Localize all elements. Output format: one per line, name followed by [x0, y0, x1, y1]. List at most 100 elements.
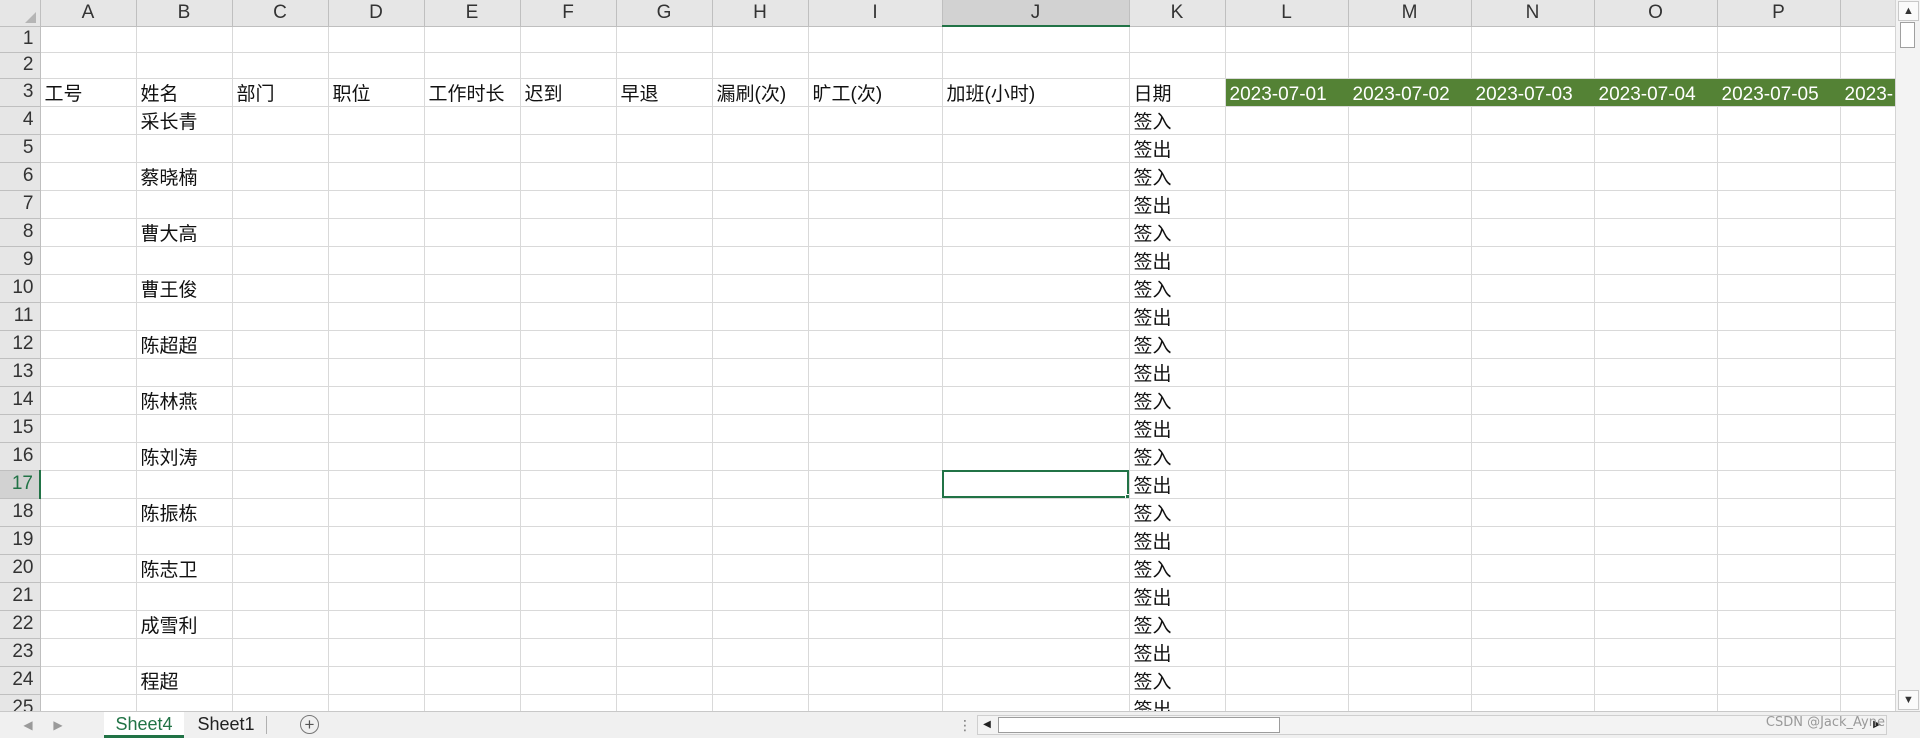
cell[interactable]: 签入 — [1129, 666, 1226, 695]
cell[interactable]: 陈超超 — [136, 330, 233, 359]
cell[interactable] — [1717, 190, 1841, 219]
row-header[interactable]: 5 — [0, 134, 41, 163]
cell[interactable] — [712, 246, 809, 275]
cell[interactable] — [616, 582, 713, 611]
cell[interactable] — [942, 414, 1130, 443]
cell[interactable]: 签入 — [1129, 386, 1226, 415]
cell[interactable] — [136, 190, 233, 219]
cell[interactable] — [1348, 52, 1472, 79]
cell[interactable] — [942, 386, 1130, 415]
column-header[interactable]: F — [520, 0, 617, 27]
cell[interactable] — [520, 162, 617, 191]
cell[interactable] — [328, 162, 425, 191]
cell[interactable] — [1225, 610, 1349, 639]
cell[interactable] — [1225, 526, 1349, 555]
cell[interactable] — [1717, 274, 1841, 303]
cell[interactable]: 签出 — [1129, 526, 1226, 555]
cell[interactable] — [40, 582, 137, 611]
cell[interactable] — [1348, 330, 1472, 359]
cell[interactable] — [232, 638, 329, 667]
cell[interactable] — [40, 442, 137, 471]
cell[interactable] — [712, 330, 809, 359]
cell[interactable] — [1348, 190, 1472, 219]
plus-circle-icon[interactable]: + — [300, 715, 319, 734]
cell[interactable] — [1471, 582, 1595, 611]
cell[interactable] — [1840, 246, 1901, 275]
cell[interactable] — [136, 358, 233, 387]
cell[interactable] — [1225, 162, 1349, 191]
cell[interactable] — [40, 162, 137, 191]
cell[interactable] — [1594, 386, 1718, 415]
cell[interactable] — [712, 26, 809, 53]
cell[interactable] — [520, 330, 617, 359]
cell[interactable] — [232, 554, 329, 583]
cell[interactable]: 签出 — [1129, 470, 1226, 499]
row-header[interactable]: 10 — [0, 274, 41, 303]
cell[interactable] — [1471, 26, 1595, 53]
cell[interactable] — [712, 470, 809, 499]
cell[interactable] — [136, 470, 233, 499]
cell[interactable]: 陈刘涛 — [136, 442, 233, 471]
cell[interactable] — [1840, 274, 1901, 303]
cell[interactable] — [1348, 246, 1472, 275]
cell[interactable] — [40, 134, 137, 163]
cell[interactable]: 签入 — [1129, 442, 1226, 471]
cell[interactable]: 签出 — [1129, 302, 1226, 331]
cell[interactable] — [1471, 470, 1595, 499]
cell[interactable] — [1594, 442, 1718, 471]
cell[interactable] — [232, 470, 329, 499]
cell[interactable] — [40, 358, 137, 387]
cell[interactable]: 早退 — [616, 78, 713, 107]
cell[interactable] — [328, 330, 425, 359]
cell[interactable] — [232, 26, 329, 53]
cell[interactable] — [616, 638, 713, 667]
cell[interactable]: 程超 — [136, 666, 233, 695]
cell[interactable] — [424, 52, 521, 79]
cell[interactable] — [1348, 274, 1472, 303]
cell[interactable] — [712, 106, 809, 135]
cell[interactable] — [1471, 330, 1595, 359]
cell[interactable] — [1840, 470, 1901, 499]
cell[interactable] — [1717, 302, 1841, 331]
split-handle-icon[interactable]: ⋮ — [958, 715, 972, 735]
cell[interactable] — [616, 190, 713, 219]
cell[interactable] — [424, 442, 521, 471]
cell[interactable] — [1225, 330, 1349, 359]
cell[interactable] — [1348, 218, 1472, 247]
cell[interactable] — [1348, 526, 1472, 555]
cell[interactable] — [328, 610, 425, 639]
cell[interactable] — [1348, 470, 1472, 499]
cell[interactable] — [1717, 666, 1841, 695]
cell[interactable]: 工号 — [40, 78, 137, 107]
cell[interactable] — [1225, 386, 1349, 415]
cell[interactable] — [328, 386, 425, 415]
cell[interactable] — [1225, 52, 1349, 79]
cell[interactable] — [1225, 498, 1349, 527]
cell[interactable] — [616, 442, 713, 471]
cell[interactable] — [424, 134, 521, 163]
cell[interactable]: 日期 — [1129, 78, 1226, 107]
cell[interactable] — [1840, 442, 1901, 471]
cell[interactable] — [1471, 358, 1595, 387]
cell[interactable] — [808, 666, 943, 695]
cell[interactable] — [1840, 610, 1901, 639]
active-cell[interactable] — [942, 470, 1130, 499]
cell[interactable] — [232, 414, 329, 443]
row-header[interactable]: 2 — [0, 52, 41, 79]
cell[interactable] — [520, 470, 617, 499]
cell[interactable] — [1225, 274, 1349, 303]
cell[interactable] — [424, 106, 521, 135]
cell[interactable] — [1348, 162, 1472, 191]
cell[interactable] — [712, 414, 809, 443]
cell[interactable] — [808, 218, 943, 247]
cell[interactable] — [1594, 610, 1718, 639]
cell[interactable] — [1594, 358, 1718, 387]
cell[interactable] — [1225, 442, 1349, 471]
cell[interactable] — [1594, 246, 1718, 275]
cell[interactable] — [1225, 106, 1349, 135]
cell[interactable] — [1225, 246, 1349, 275]
cell[interactable] — [328, 554, 425, 583]
cell[interactable] — [520, 106, 617, 135]
cell[interactable] — [1840, 218, 1901, 247]
column-header[interactable]: I — [808, 0, 943, 27]
